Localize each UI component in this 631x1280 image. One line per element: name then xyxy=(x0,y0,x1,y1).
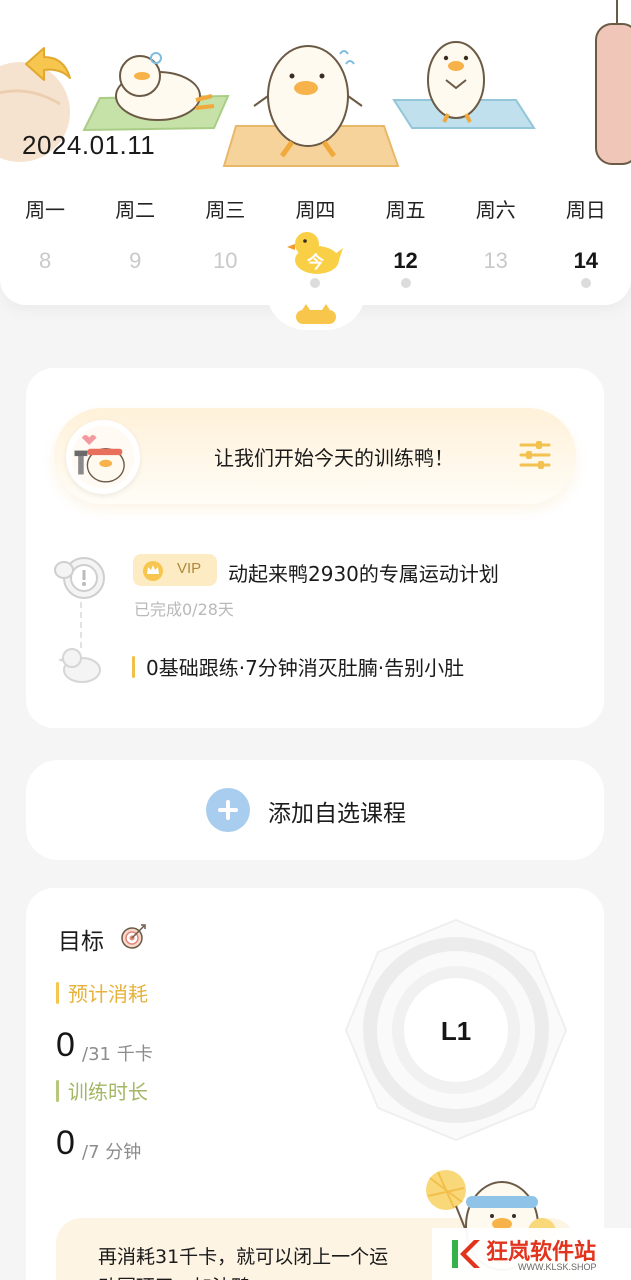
day-label: 周四 xyxy=(295,198,336,222)
vip-label: VIP xyxy=(177,560,202,577)
filter-sliders-icon[interactable] xyxy=(518,438,552,472)
course-title[interactable]: 0基础跟练·7分钟消灭肚腩·告别小肚 xyxy=(146,652,464,681)
day-number: 9 xyxy=(129,248,142,273)
day-number: 8 xyxy=(38,248,52,273)
day-thursday-today[interactable]: 周四 今 xyxy=(270,192,360,292)
day-label: 周五 xyxy=(385,198,426,222)
duration-value: 0 xyxy=(56,1124,75,1162)
day-dot xyxy=(400,278,411,288)
day-label: 周一 xyxy=(25,198,66,222)
day-number: 10 xyxy=(213,248,238,273)
day-sunday[interactable]: 周日 14 xyxy=(541,192,631,292)
duration-label: 训练时长 xyxy=(68,1080,148,1104)
duration-accent-bar xyxy=(56,1080,59,1102)
calorie-value: 0 xyxy=(56,1026,75,1064)
crown-icon xyxy=(143,561,163,581)
vip-badge: VIP xyxy=(133,554,217,586)
week-header-card: 2024.01.11 周一 8 周二 9 周三 10 周四 今 周五 12 周六… xyxy=(0,0,631,305)
duration-target: /7 分钟 xyxy=(82,1142,142,1163)
today-marker: 今 xyxy=(306,253,324,273)
goal-title: 目标 xyxy=(58,929,104,955)
day-friday[interactable]: 周五 12 xyxy=(361,192,451,292)
day-number: 13 xyxy=(483,248,508,273)
day-label: 周三 xyxy=(205,198,246,222)
calorie-accent-bar xyxy=(56,982,59,1004)
expand-calendar-tab[interactable] xyxy=(266,290,366,330)
greeting-bar: 让我们开始今天的训练鸭！ xyxy=(54,408,576,504)
add-course-label: 添加自选课程 xyxy=(268,801,406,827)
tip-text: 再消耗31千卡，就可以闭上一个运动圆环了，加油鸭~ xyxy=(98,1246,389,1280)
day-dot xyxy=(310,278,321,288)
plan-progress: 已完成0/28天 xyxy=(134,600,234,619)
goal-card: 目标 预计消耗 0 /31 千卡 训练时长 0 /7 分钟 L1 再消耗31千卡… xyxy=(26,888,604,1280)
duck-avatar xyxy=(66,420,140,494)
day-tuesday[interactable]: 周二 9 xyxy=(90,192,180,292)
dartboard-icon xyxy=(121,924,146,949)
duck-feet-icon xyxy=(296,304,336,324)
course-accent-bar xyxy=(132,656,135,678)
day-saturday[interactable]: 周六 13 xyxy=(451,192,541,292)
calorie-label: 预计消耗 xyxy=(68,982,148,1006)
duck-alert-icon xyxy=(54,557,105,599)
day-label: 周日 xyxy=(565,198,606,222)
plus-icon xyxy=(206,788,250,832)
week-selector: 周一 8 周二 9 周三 10 周四 今 周五 12 周六 13 周日 14 xyxy=(0,192,631,292)
k-logo-icon xyxy=(452,1240,480,1268)
plan-title[interactable]: 动起来鸭2930的专属运动计划 xyxy=(228,558,499,587)
greeting-text: 让我们开始今天的训练鸭！ xyxy=(214,446,454,470)
day-monday[interactable]: 周一 8 xyxy=(0,192,90,292)
site-watermark: 狂岚软件站 WWW.KLSK.SHOP xyxy=(432,1228,631,1280)
add-course-button[interactable]: 添加自选课程 xyxy=(26,760,604,860)
watermark-url: WWW.KLSK.SHOP xyxy=(518,1262,597,1272)
duck-avatar-small-icon xyxy=(58,648,101,683)
day-label: 周六 xyxy=(475,198,516,222)
day-number: 14 xyxy=(573,248,599,273)
day-wednesday[interactable]: 周三 10 xyxy=(180,192,270,292)
back-arrow-icon[interactable] xyxy=(20,44,74,86)
timeline-connector xyxy=(80,602,82,648)
day-label: 周二 xyxy=(115,198,156,222)
calorie-target: /31 千卡 xyxy=(82,1044,153,1065)
current-date: 2024.01.11 xyxy=(22,130,156,160)
training-plan-card: 让我们开始今天的训练鸭！ VIP 动起来鸭2930的专属运动计划 已完成0/28… xyxy=(26,368,604,728)
day-dot xyxy=(580,278,591,288)
level-label: L1 xyxy=(440,1016,472,1046)
day-number: 12 xyxy=(393,248,418,273)
